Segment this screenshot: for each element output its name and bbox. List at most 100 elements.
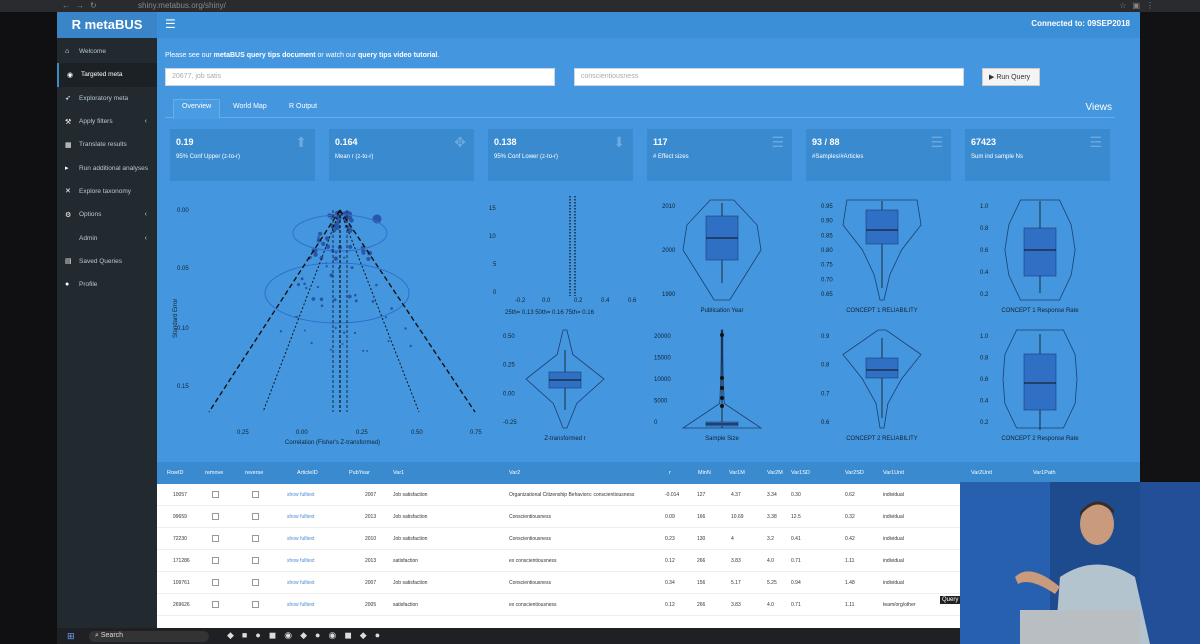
column-header[interactable]: remove <box>205 470 223 476</box>
taskbar-search[interactable]: ⌕ Search <box>89 631 209 642</box>
options-icon: ⚙ <box>65 211 72 219</box>
taskbar-app-icons[interactable]: ◆■●◼◉◆●◉◼◆● <box>227 630 388 641</box>
column-header[interactable]: ArticleID <box>297 470 318 476</box>
funnel-points <box>279 210 412 352</box>
violin-label: Sample Size <box>705 436 739 442</box>
app-header: R metaBUS ☰ Connected to: 09SEP2018 <box>57 12 1140 38</box>
sidebar-item-profile[interactable]: ● Profile <box>57 273 157 296</box>
quantile-ytick: 15 <box>489 206 496 212</box>
column-header[interactable]: MinN <box>698 470 711 476</box>
browser-window-controls[interactable]: ☆▣⋮ <box>1119 1 1160 10</box>
funnel-xtick: 0.00 <box>296 430 308 436</box>
table-row[interactable]: 171286 show fulltext 2013 satisfaction ex co… <box>157 550 960 572</box>
reverse-checkbox[interactable] <box>252 513 259 520</box>
funnel-point <box>404 327 407 330</box>
sidebar-item-explore-taxonomy[interactable]: ✕ Explore taxonomy <box>57 180 157 203</box>
table-row[interactable]: 109761 show fulltext 2007 Job satisfaction C… <box>157 572 960 594</box>
violin-box <box>1023 353 1057 411</box>
reverse-checkbox[interactable] <box>252 601 259 608</box>
funnel-point <box>300 277 304 281</box>
translate-icon: ▦ <box>65 141 72 149</box>
column-header[interactable]: Var2 <box>509 470 520 476</box>
table-cell: 3.38 <box>767 514 777 520</box>
article-link[interactable]: show fulltext <box>287 558 315 564</box>
article-link[interactable]: show fulltext <box>287 602 315 608</box>
os-taskbar: ⊞ ⌕ Search ◆■●◼◉◆●◉◼◆● <box>57 628 960 644</box>
sidebar-item-options[interactable]: ⚙ Options ‹ <box>57 203 157 226</box>
article-link[interactable]: show fulltext <box>287 536 315 542</box>
sidebar-item-targeted-meta[interactable]: ◉ Targeted meta <box>57 63 157 87</box>
funnel-point <box>317 235 320 238</box>
connection-status: Connected to: 09SEP2018 <box>1031 19 1130 28</box>
reverse-checkbox[interactable] <box>252 579 259 586</box>
remove-checkbox[interactable] <box>212 491 219 498</box>
reverse-checkbox[interactable] <box>252 491 259 498</box>
sidebar-item-saved-queries[interactable]: ▤ Saved Queries <box>57 250 157 273</box>
menu-toggle-icon[interactable]: ☰ <box>165 17 176 31</box>
sidebar-item-run-additional[interactable]: ▸ Run additional analyses <box>57 156 157 179</box>
article-link[interactable]: show fulltext <box>287 514 315 520</box>
remove-checkbox[interactable] <box>212 513 219 520</box>
sidebar-item-welcome[interactable]: ⌂ Welcome <box>57 40 157 63</box>
violin-plots: 201020001990Publication Year0.950.900.85… <box>503 199 1079 442</box>
table-cell: 171286 <box>173 558 190 564</box>
column-header[interactable]: RowID <box>167 470 184 476</box>
article-link[interactable]: show fulltext <box>287 492 315 498</box>
remove-checkbox[interactable] <box>212 601 219 608</box>
column-header[interactable]: Var2M <box>767 470 783 476</box>
quantile-xtick: 0.6 <box>628 298 637 304</box>
funnel-point <box>354 293 357 297</box>
violin-box <box>865 209 899 245</box>
table-cell: 3.83 <box>731 558 741 564</box>
table-cell: 5.25 <box>767 580 777 586</box>
column-header[interactable]: Var1 <box>393 470 404 476</box>
column-header[interactable]: Var1M <box>729 470 745 476</box>
windows-start-icon[interactable]: ⊞ <box>67 631 75 642</box>
column-header[interactable]: Var2SD <box>845 470 864 476</box>
column-header[interactable]: reverse <box>245 470 263 476</box>
table-row[interactable]: 72230 show fulltext 2010 Job satisfaction Co… <box>157 528 960 550</box>
violin-box <box>865 357 899 379</box>
remove-checkbox[interactable] <box>212 579 219 586</box>
home-icon: ⌂ <box>65 48 70 56</box>
remove-checkbox[interactable] <box>212 535 219 542</box>
violin-label: CONCEPT 1 RELIABILITY <box>846 308 918 314</box>
table-cell: 0.62 <box>845 492 855 498</box>
table-cell: 166 <box>697 514 706 520</box>
table-row[interactable]: 10057 show fulltext 2007 Job satisfaction Or… <box>157 484 960 506</box>
address-bar[interactable]: shiny.metabus.org/shiny/ <box>138 1 226 10</box>
funnel-point <box>303 282 306 286</box>
funnel-point <box>371 300 375 303</box>
reverse-checkbox[interactable] <box>252 557 259 564</box>
reverse-checkbox[interactable] <box>252 535 259 542</box>
remove-checkbox[interactable] <box>212 557 219 564</box>
violin-ytick: 2000 <box>662 248 676 254</box>
column-header[interactable]: Var1Unit <box>883 470 904 476</box>
funnel-point <box>375 283 378 287</box>
violin-ytick: 0.85 <box>821 233 833 239</box>
table-row[interactable]: 99659 show fulltext 2013 Job satisfaction Co… <box>157 506 960 528</box>
table-cell: 156 <box>697 580 706 586</box>
violin-ytick: 0.8 <box>821 363 830 369</box>
app-logo[interactable]: R metaBUS <box>57 12 157 38</box>
column-header[interactable]: PubYear <box>349 470 370 476</box>
column-header[interactable]: Var1SD <box>791 470 810 476</box>
column-header[interactable]: r <box>669 470 671 476</box>
funnel-point <box>353 331 357 335</box>
article-link[interactable]: show fulltext <box>287 580 315 586</box>
browser-chrome: ←→↻ shiny.metabus.org/shiny/ ☆▣⋮ <box>0 0 1200 12</box>
funnel-point <box>390 307 393 310</box>
funnel-point <box>311 297 316 301</box>
table-cell: 99659 <box>173 514 187 520</box>
sidebar-item-apply-filters[interactable]: ⚒ Apply filters ‹ <box>57 110 157 133</box>
sidebar-item-exploratory-meta[interactable]: ➶ Exploratory meta <box>57 87 157 110</box>
column-header[interactable]: Var2Unit <box>971 470 992 476</box>
sidebar-item-admin[interactable]: Admin ‹ <box>57 226 157 249</box>
main-content: Please see our metaBUS query tips docume… <box>157 38 1140 484</box>
violin-ytick: 0.4 <box>980 399 989 405</box>
violin-ytick: 5000 <box>654 399 668 405</box>
sidebar-item-translate-results[interactable]: ▦ Translate results <box>57 133 157 156</box>
browser-nav-buttons[interactable]: ←→↻ <box>62 1 103 10</box>
table-row[interactable]: 269626 show fulltext 2005 satisfaction ex co… <box>157 594 960 616</box>
column-header[interactable]: Var1Path <box>1033 470 1056 476</box>
